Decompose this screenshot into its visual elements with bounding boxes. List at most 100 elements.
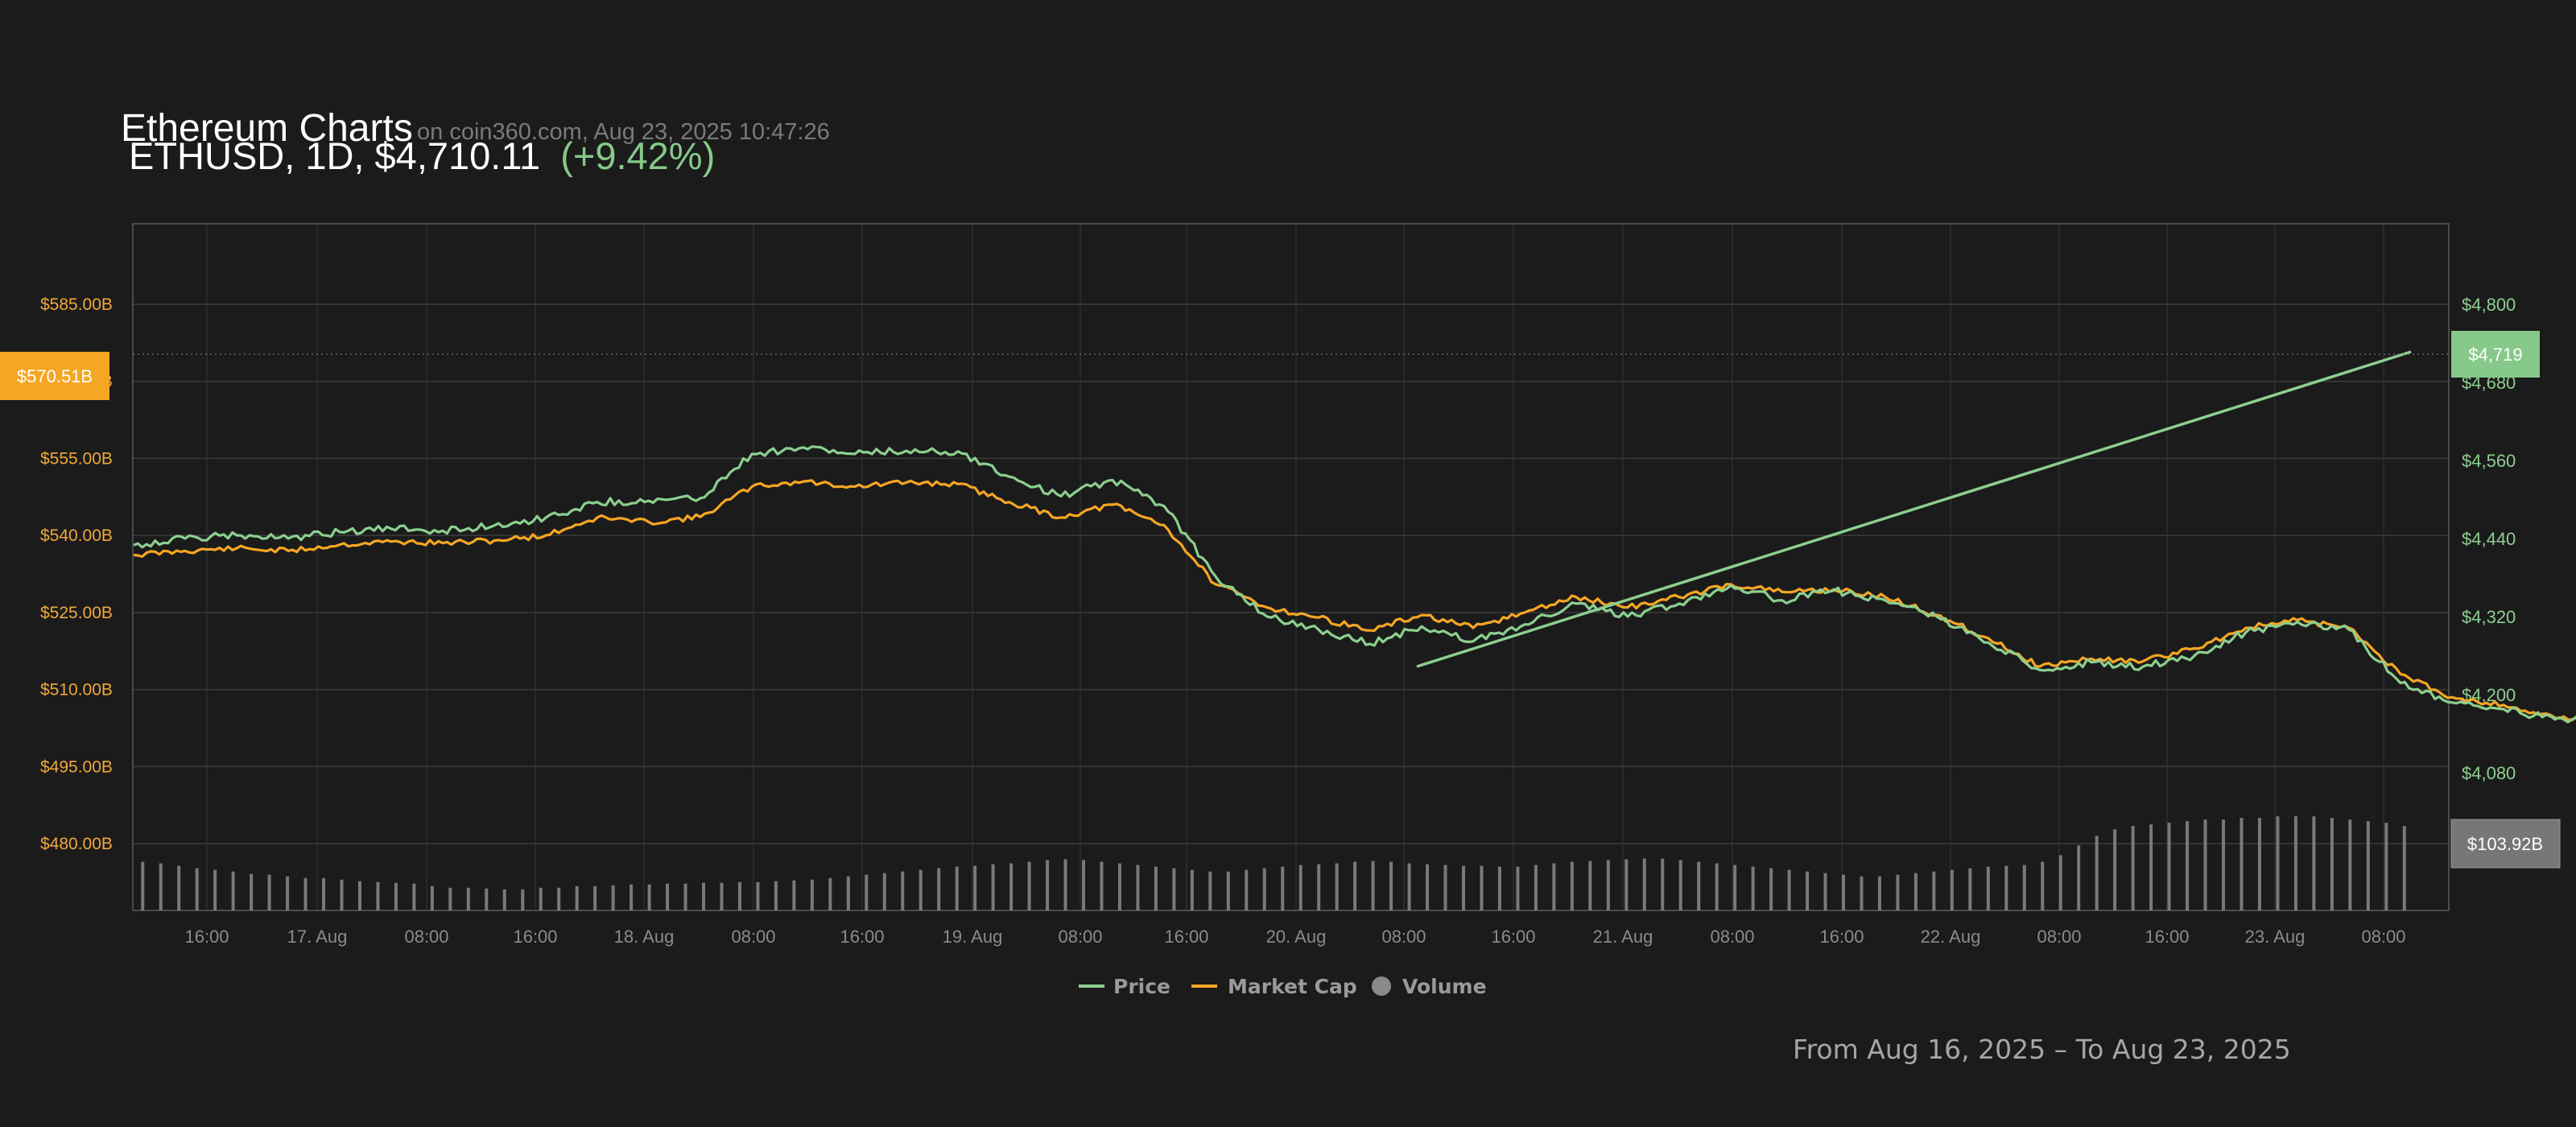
- volume-bar: [322, 877, 325, 910]
- volume-bar: [394, 882, 398, 910]
- x-tick-4: 18. Aug: [614, 927, 675, 947]
- volume-bar: [357, 881, 361, 910]
- volume-bar: [630, 884, 634, 910]
- volume-bar: [2131, 826, 2135, 910]
- volume-bar: [702, 882, 705, 910]
- volume-bar: [1480, 865, 1484, 910]
- price-change: (+9.42%): [560, 134, 715, 177]
- x-tick-19: 23. Aug: [2245, 927, 2306, 947]
- x-tick-11: 08:00: [1381, 927, 1426, 947]
- volume-bar: [1009, 863, 1013, 910]
- volume-badge-text: $103.92B: [2467, 834, 2543, 854]
- legend-item-volume[interactable]: Volume: [1372, 975, 1487, 998]
- volume-bar: [2095, 836, 2099, 910]
- x-tick-10: 20. Aug: [1266, 927, 1327, 947]
- x-tick-1: 17. Aug: [287, 927, 348, 947]
- volume-bar: [737, 881, 741, 910]
- volume-bar: [448, 887, 452, 910]
- volume-bar: [376, 881, 380, 910]
- volume-bar: [792, 880, 796, 910]
- volume-bar: [1697, 861, 1701, 910]
- volume-bar: [1407, 863, 1411, 910]
- legend-marketcap-label: Market Cap: [1228, 975, 1357, 998]
- volume-bar: [1715, 863, 1719, 910]
- x-tick-14: 08:00: [1710, 927, 1754, 947]
- legend-item-marketcap[interactable]: Market Cap: [1191, 975, 1357, 998]
- volume-bar: [1516, 866, 1520, 910]
- volume-bar: [1570, 861, 1574, 910]
- x-tick-9: 16:00: [1164, 927, 1208, 947]
- x-tick-12: 16:00: [1491, 927, 1535, 947]
- x-tick-13: 21. Aug: [1593, 927, 1653, 947]
- right-tick-2: $4,560: [2462, 451, 2516, 471]
- volume-bar: [1389, 861, 1393, 910]
- volume-bar: [159, 863, 163, 910]
- volume-bar: [1298, 865, 1302, 910]
- volume-bar: [1100, 861, 1104, 910]
- volume-bar: [1262, 868, 1266, 910]
- volume-bar: [1136, 865, 1140, 910]
- volume-bar: [1733, 865, 1737, 910]
- legend-item-price[interactable]: Price: [1079, 975, 1170, 998]
- volume-bar: [539, 887, 543, 910]
- volume-bar: [2203, 819, 2207, 910]
- volume-bar: [267, 874, 271, 910]
- volume-bar: [647, 884, 651, 910]
- x-tick-8: 08:00: [1058, 927, 1102, 947]
- volume-bar: [828, 877, 832, 910]
- volume-bar: [2257, 818, 2261, 910]
- volume-bar: [2384, 823, 2388, 910]
- x-tick-15: 16:00: [1819, 927, 1864, 947]
- x-tick-2: 08:00: [404, 927, 448, 947]
- volume-bar: [2167, 823, 2171, 910]
- volume-bar: [1443, 865, 1447, 910]
- volume-bar: [2149, 824, 2153, 910]
- volume-bar: [720, 882, 724, 910]
- volume-bar: [2240, 818, 2244, 910]
- x-tick-3: 16:00: [513, 927, 557, 947]
- right-tick-6: $4,080: [2462, 763, 2516, 783]
- volume-bar: [1281, 866, 1285, 910]
- left-tick-6: $495.00B: [40, 758, 113, 776]
- right-tick-4: $4,320: [2462, 607, 2516, 627]
- volume-bar: [973, 865, 977, 910]
- volume-bar: [466, 887, 470, 910]
- volume-bar: [2293, 816, 2297, 910]
- pair-price: ETHUSD, 1D, $4,710.11: [129, 134, 540, 177]
- volume-bar: [2077, 845, 2081, 910]
- right-tick-0: $4,800: [2462, 295, 2516, 315]
- volume-bar: [1877, 876, 1881, 910]
- price-badge-text: $4,719: [2468, 345, 2522, 365]
- volume-bar: [412, 883, 416, 910]
- volume-bar: [1588, 861, 1592, 910]
- volume-bar: [2348, 819, 2352, 910]
- volume-bar: [141, 861, 145, 910]
- line-series[interactable]: [133, 295, 2576, 741]
- volume-bar: [1950, 869, 1954, 910]
- x-tick-18: 16:00: [2145, 927, 2189, 947]
- volume-bar: [1317, 864, 1321, 910]
- volume-bar: [1046, 860, 1050, 910]
- marketcap-badge: $570.51B: [0, 352, 109, 400]
- left-tick-4: $525.00B: [40, 604, 113, 622]
- x-tick-6: 16:00: [840, 927, 884, 947]
- volume-bar: [2058, 855, 2062, 910]
- volume-bar: [1534, 865, 1538, 910]
- volume-bar: [1154, 866, 1158, 910]
- volume-bar: [2276, 816, 2280, 910]
- volume-bar: [683, 883, 687, 910]
- volume-bar: [250, 873, 254, 910]
- volume-bar: [1426, 864, 1430, 910]
- volume-bar: [937, 868, 941, 910]
- volume-bar: [1497, 866, 1501, 910]
- legend[interactable]: Price Market Cap Volume: [1079, 975, 1487, 998]
- left-tick-3: $540.00B: [40, 526, 113, 545]
- volume-bar: [231, 871, 235, 910]
- volume-bar: [521, 889, 525, 910]
- volume-bar: [1172, 868, 1176, 910]
- volume-bar: [882, 873, 886, 910]
- x-tick-16: 22. Aug: [1921, 927, 1981, 947]
- volume-bar: [1932, 871, 1936, 910]
- volume-badge: $103.92B: [2450, 819, 2561, 869]
- volume-bar: [502, 889, 506, 910]
